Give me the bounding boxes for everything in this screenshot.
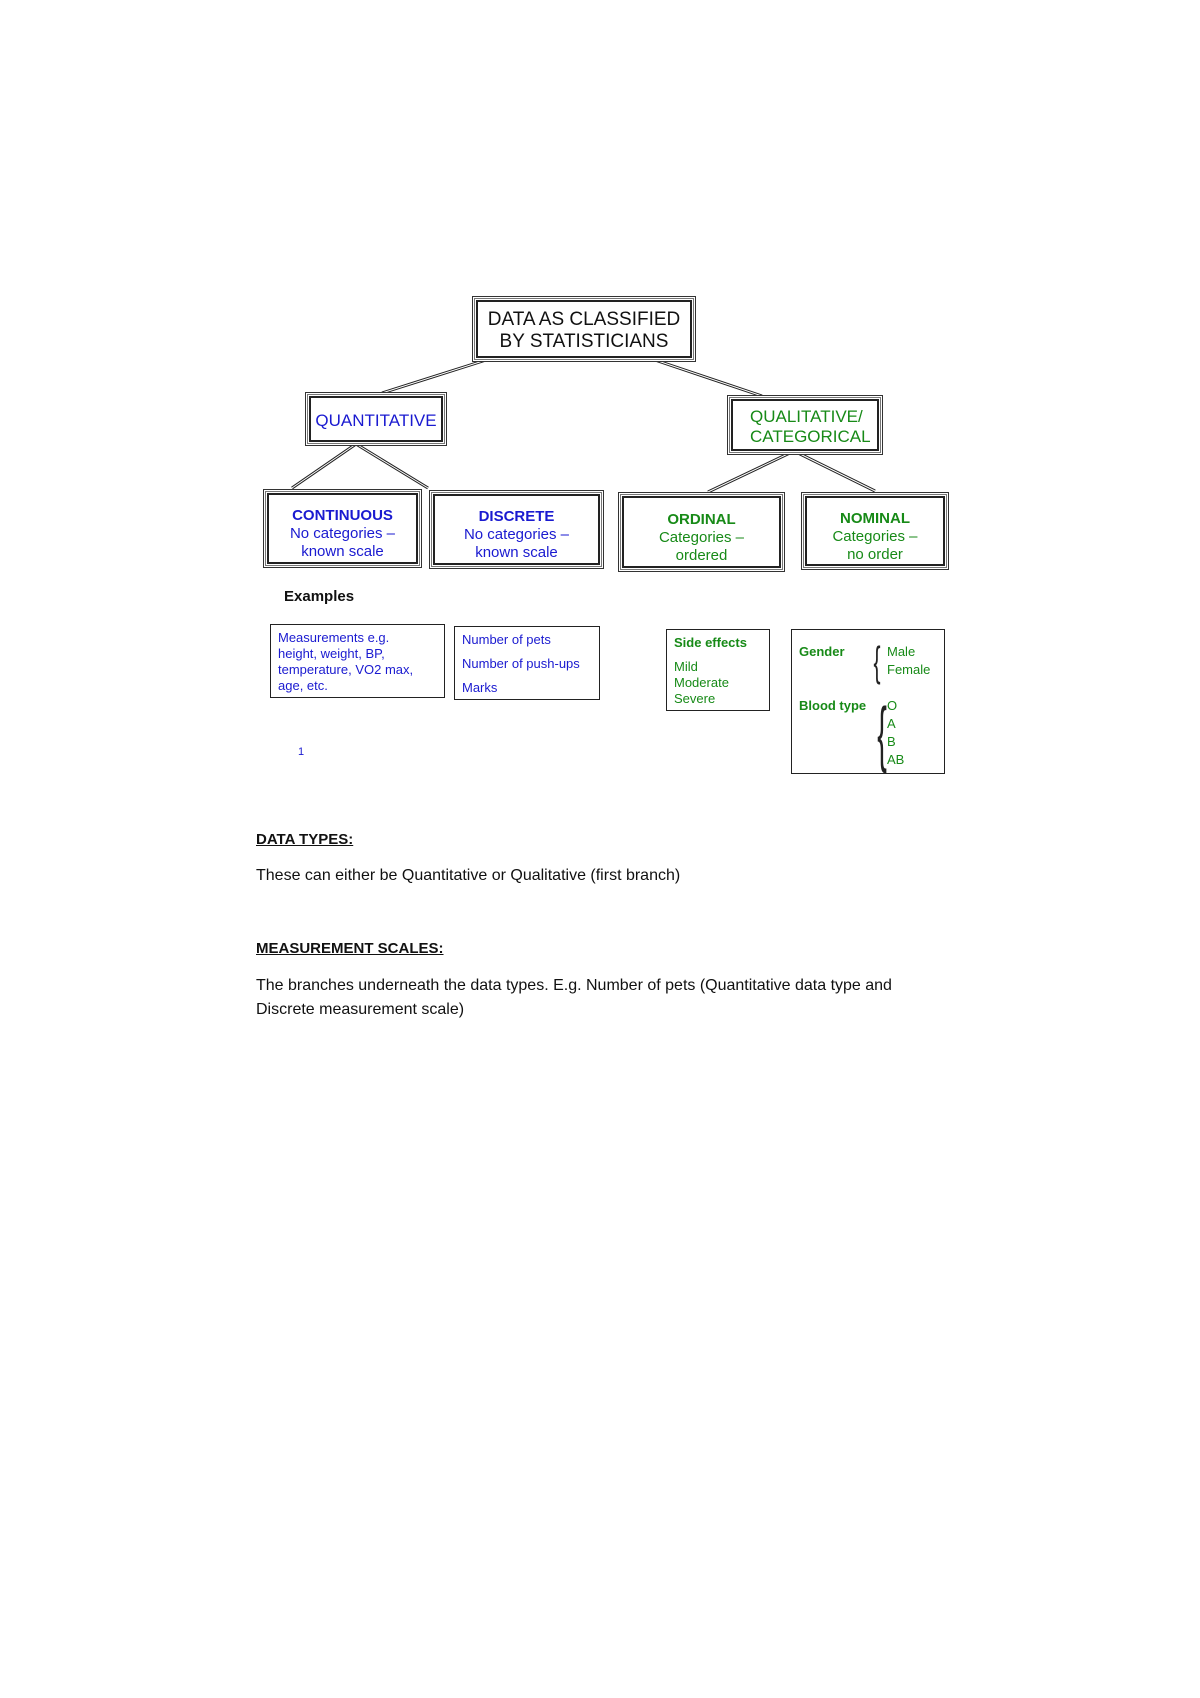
discrete-example-2: Number of push-ups	[462, 656, 580, 671]
qualitative-box: QUALITATIVE/ CATEGORICAL	[729, 397, 881, 453]
ordinal-example-2: Moderate	[674, 675, 729, 690]
blood-type-brace-icon: {	[877, 694, 887, 774]
measurement-body-line1: The branches underneath the data types. …	[256, 977, 892, 994]
discrete-title: DISCRETE	[478, 508, 555, 525]
root-box: DATA AS CLASSIFIED BY STATISTICIANS	[474, 298, 694, 360]
continuous-example-4: age, etc.	[278, 678, 328, 693]
data-types-heading: DATA TYPES:	[256, 831, 354, 848]
examples-label: Examples	[284, 588, 355, 605]
quantitative-box: QUANTITATIVE	[307, 394, 445, 444]
root-line2: BY STATISTICIANS	[499, 331, 669, 352]
discrete-example-1: Number of pets	[462, 632, 551, 647]
footnote-number: 1	[298, 746, 305, 758]
gender-male: Male	[887, 644, 916, 659]
ordinal-example-3: Severe	[674, 691, 716, 706]
nominal-line1: Categories –	[832, 528, 918, 545]
discrete-line1: No categories –	[463, 526, 570, 543]
discrete-box: DISCRETE No categories – known scale	[431, 492, 602, 567]
ordinal-line1: Categories –	[658, 529, 745, 546]
ordinal-title: ORDINAL	[667, 511, 736, 528]
ordinal-examples-box: Side effects Mild Moderate Severe	[666, 629, 770, 711]
continuous-examples-box: Measurements e.g. height, weight, BP, te…	[270, 624, 445, 698]
blood-type-b: B	[887, 734, 896, 749]
quantitative-label: QUANTITATIVE	[315, 411, 437, 430]
continuous-box: CONTINUOUS No categories – known scale	[265, 491, 420, 566]
continuous-example-3: temperature, VO2 max,	[278, 662, 414, 677]
connector-lines	[291, 358, 876, 494]
gender-brace-icon: {	[873, 638, 881, 685]
blood-type-a: A	[887, 716, 896, 731]
qualitative-line2: CATEGORICAL	[750, 427, 871, 446]
continuous-title: CONTINUOUS	[292, 507, 393, 524]
blood-type-o: O	[887, 698, 898, 713]
discrete-examples-box: Number of pets Number of push-ups Marks	[454, 626, 600, 700]
continuous-line2: known scale	[301, 543, 384, 560]
discrete-example-3: Marks	[462, 680, 498, 695]
ordinal-box: ORDINAL Categories – ordered	[620, 494, 783, 570]
gender-female: Female	[887, 662, 931, 677]
ordinal-line2: ordered	[675, 547, 728, 564]
gender-heading: Gender	[799, 644, 845, 659]
nominal-title: NOMINAL	[840, 510, 910, 527]
continuous-example-1: Measurements e.g.	[278, 630, 390, 645]
root-line1: DATA AS CLASSIFIED	[487, 309, 681, 330]
nominal-box: NOMINAL Categories – no order	[803, 494, 947, 568]
blood-type-ab: AB	[887, 752, 905, 767]
blood-type-heading: Blood type	[799, 698, 867, 713]
ordinal-examples-heading: Side effects	[674, 635, 747, 650]
measurement-scales-body: The branches underneath the data types. …	[256, 974, 892, 1022]
continuous-line1: No categories –	[289, 525, 396, 542]
nominal-examples-box: Gender { Male Female Blood type { O A B …	[791, 629, 945, 774]
measurement-body-line2: Discrete measurement scale)	[256, 1001, 465, 1018]
nominal-line2: no order	[847, 546, 903, 563]
discrete-line2: known scale	[475, 544, 558, 561]
data-types-body: These can either be Quantitative or Qual…	[256, 867, 681, 884]
measurement-scales-heading: MEASUREMENT SCALES:	[256, 940, 444, 957]
qualitative-line1: QUALITATIVE/	[750, 407, 863, 426]
continuous-example-2: height, weight, BP,	[278, 646, 385, 661]
ordinal-example-1: Mild	[674, 659, 698, 674]
